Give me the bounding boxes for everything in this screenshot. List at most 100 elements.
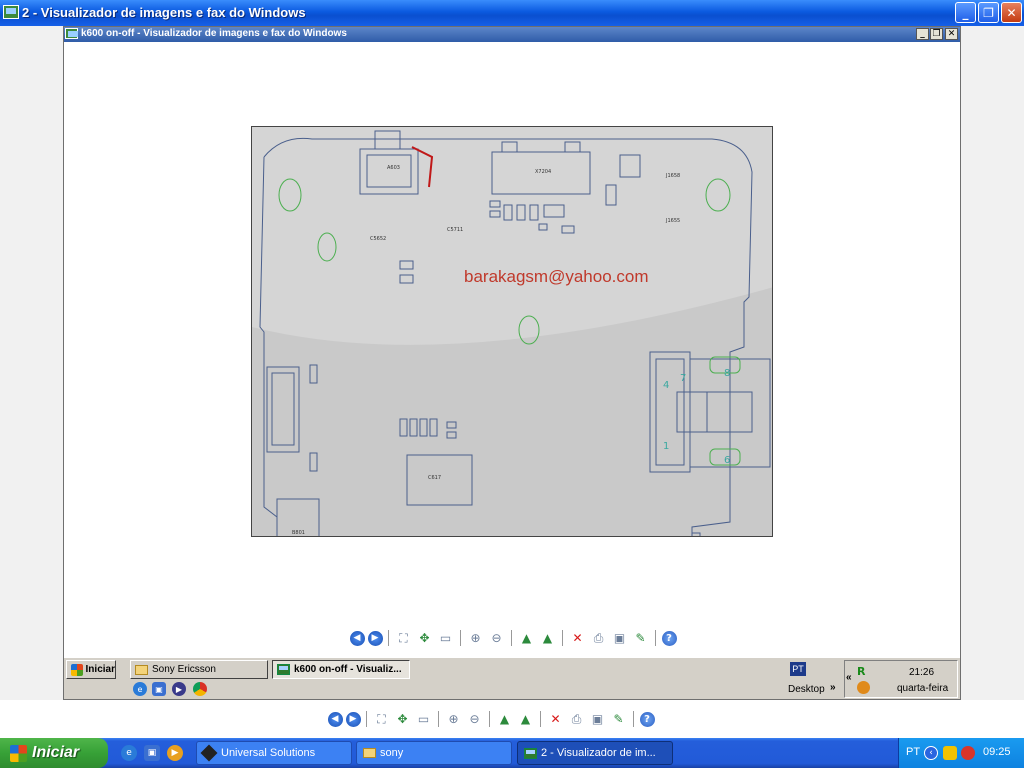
rotate-clockwise-icon[interactable]: ▲	[496, 710, 514, 728]
media-player-icon[interactable]: ▶	[167, 745, 183, 761]
network-icon[interactable]: R	[857, 665, 871, 678]
previous-image-icon[interactable]: ◀	[349, 630, 365, 646]
edit-icon[interactable]: ✎	[610, 710, 628, 728]
svg-text:8: 8	[724, 368, 730, 379]
update-icon[interactable]	[857, 681, 870, 694]
print-icon[interactable]: ⎙	[590, 629, 608, 647]
toolbar-separator	[511, 630, 512, 646]
desktop-chevron[interactable]: »	[830, 682, 836, 693]
svg-text:B801: B801	[292, 530, 305, 536]
svg-text:7: 7	[680, 373, 686, 384]
outer-title-bar[interactable]: 2 - Visualizador de imagens e fax do Win…	[0, 0, 1024, 26]
inner-language-indicator[interactable]: PT	[790, 662, 806, 676]
svg-text:1: 1	[663, 441, 669, 452]
previous-image-icon[interactable]: ◀	[327, 711, 343, 727]
inner-restore-button[interactable]: ❐	[930, 28, 943, 40]
inner-notification-area: R 21:26 quarta-feira	[844, 660, 958, 698]
xp-task-image-viewer[interactable]: 2 - Visualizador de im...	[517, 741, 673, 765]
save-icon[interactable]: ▣	[611, 629, 629, 647]
outer-minimize-button[interactable]: _	[955, 2, 976, 23]
inner-viewer-window: k600 on-off - Visualizador de imagens e …	[63, 26, 961, 700]
outer-window-title: 2 - Visualizador de imagens e fax do Win…	[22, 5, 306, 20]
svg-text:6: 6	[724, 455, 730, 466]
zoom-out-icon[interactable]: ⊖	[488, 629, 506, 647]
svg-text:J1655: J1655	[665, 218, 680, 224]
task-label: k600 on-off - Visualiz...	[294, 664, 402, 675]
edit-icon[interactable]: ✎	[632, 629, 650, 647]
image-viewer-icon	[65, 28, 78, 39]
xp-task-sony[interactable]: sony	[356, 741, 512, 765]
svg-text:A603: A603	[387, 165, 400, 171]
zoom-in-icon[interactable]: ⊕	[445, 710, 463, 728]
inner-clock[interactable]: 21:26	[909, 667, 934, 678]
xp-start-label: Iniciar	[32, 744, 80, 761]
actual-size-icon[interactable]: ✥	[394, 710, 412, 728]
best-fit-icon[interactable]: ⛶	[373, 710, 391, 728]
task-label: Sony Ericsson	[152, 664, 216, 675]
rotate-counterclockwise-icon[interactable]: ▲	[517, 710, 535, 728]
chrome-icon[interactable]	[193, 682, 207, 696]
desktop-toolbar-label[interactable]: Desktop	[788, 684, 825, 695]
svg-text:X7204: X7204	[535, 169, 551, 175]
actual-size-icon[interactable]: ✥	[416, 629, 434, 647]
svg-text:C5711: C5711	[447, 227, 463, 233]
internet-explorer-icon[interactable]: e	[133, 682, 147, 696]
windows-logo-icon	[71, 663, 83, 676]
antivirus-icon[interactable]	[961, 746, 975, 760]
toolbar-separator	[633, 711, 634, 727]
desktop-icon[interactable]: ▣	[144, 745, 160, 761]
outer-restore-button[interactable]: ❐	[978, 2, 999, 23]
inner-task-sony-ericsson[interactable]: Sony Ericsson	[130, 660, 268, 679]
rotate-clockwise-icon[interactable]: ▲	[518, 629, 536, 647]
outer-close-button[interactable]: ✕	[1001, 2, 1022, 23]
toolbar-separator	[540, 711, 541, 727]
xp-taskbar: Iniciar e ▣ ▶ Universal Solutions sony 2…	[0, 738, 1024, 768]
pcb-image: A603 X7204 C5652 C5711 J1658 J1655 C617 …	[251, 126, 773, 537]
save-icon[interactable]: ▣	[589, 710, 607, 728]
xp-task-universal-solutions[interactable]: Universal Solutions	[196, 741, 352, 765]
media-player-icon[interactable]: ▶	[172, 682, 186, 696]
inner-start-button[interactable]: Iniciar	[66, 660, 116, 679]
svg-text:4: 4	[663, 380, 669, 391]
zoom-in-icon[interactable]: ⊕	[467, 629, 485, 647]
rotate-counterclockwise-icon[interactable]: ▲	[539, 629, 557, 647]
print-icon[interactable]: ⎙	[568, 710, 586, 728]
left-margin	[0, 26, 63, 700]
task-label: sony	[380, 747, 404, 759]
best-fit-icon[interactable]: ⛶	[395, 629, 413, 647]
help-icon[interactable]: ?	[639, 711, 655, 727]
inner-task-k600[interactable]: k600 on-off - Visualiz...	[272, 660, 410, 679]
folder-icon	[135, 664, 148, 675]
slideshow-icon[interactable]: ▭	[437, 629, 455, 647]
image-viewer-icon	[277, 664, 290, 675]
inner-minimize-button[interactable]: _	[916, 28, 929, 40]
security-shield-icon[interactable]	[943, 746, 957, 760]
internet-explorer-icon[interactable]: e	[121, 745, 137, 761]
delete-icon[interactable]: ✕	[547, 710, 565, 728]
xp-notification-area: PT ‹ 09:25	[898, 738, 1024, 768]
delete-icon[interactable]: ✕	[569, 629, 587, 647]
help-icon[interactable]: ?	[661, 630, 677, 646]
next-image-icon[interactable]: ▶	[345, 711, 361, 727]
toolbar-separator	[460, 630, 461, 646]
zoom-out-icon[interactable]: ⊖	[466, 710, 484, 728]
toolbar-separator	[562, 630, 563, 646]
pcb-drawing: A603 X7204 C5652 C5711 J1658 J1655 C617 …	[252, 127, 772, 536]
tray-expand-icon[interactable]: ‹	[924, 746, 938, 760]
app-icon	[200, 744, 218, 762]
next-image-icon[interactable]: ▶	[367, 630, 383, 646]
inner-day: quarta-feira	[897, 683, 949, 694]
desktop-icon[interactable]: ▣	[152, 682, 166, 696]
svg-text:C5652: C5652	[370, 236, 386, 242]
image-viewer-icon	[524, 747, 537, 759]
inner-taskbar: Iniciar Sony Ericsson k600 on-off - Visu…	[64, 657, 960, 699]
watermark-text: barakagsm@yahoo.com	[464, 267, 649, 286]
xp-clock[interactable]: 09:25	[983, 746, 1011, 758]
slideshow-icon[interactable]: ▭	[415, 710, 433, 728]
xp-language-indicator[interactable]: PT	[906, 746, 920, 758]
toolbar-separator	[489, 711, 490, 727]
xp-start-button[interactable]: Iniciar	[0, 738, 108, 768]
inner-close-button[interactable]: ✕	[945, 28, 958, 40]
folder-icon	[363, 748, 376, 758]
inner-title-bar[interactable]: k600 on-off - Visualizador de imagens e …	[64, 27, 960, 42]
